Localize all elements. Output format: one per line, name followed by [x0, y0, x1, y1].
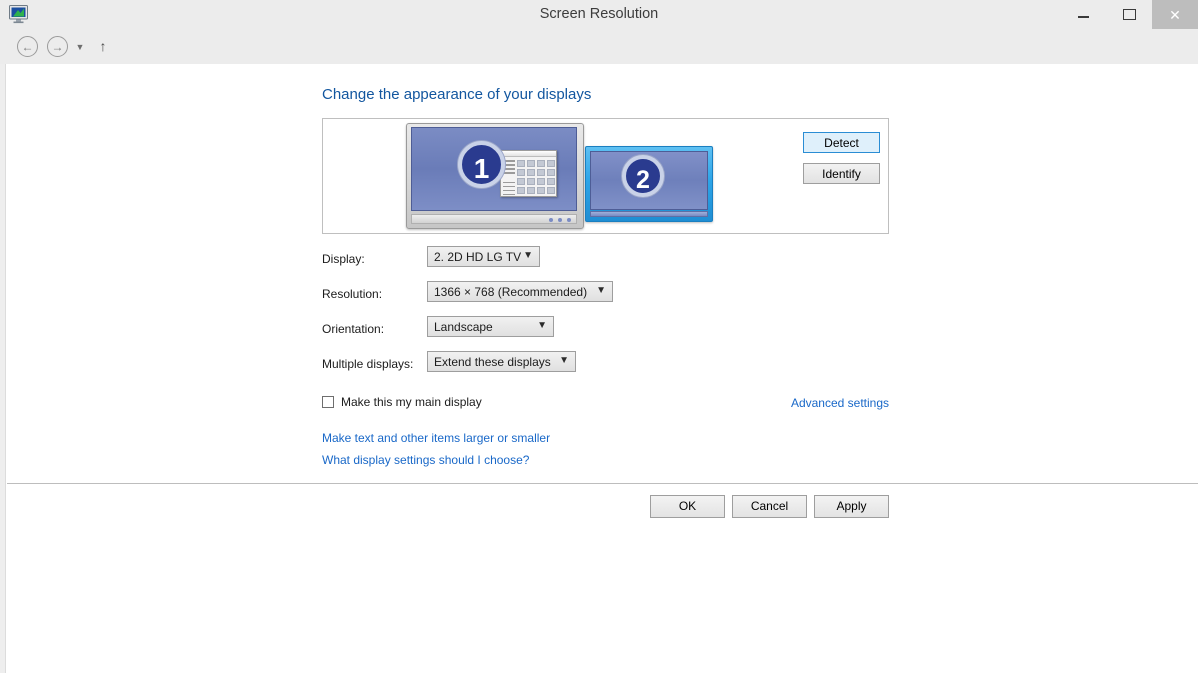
minimize-icon [1078, 16, 1089, 18]
monitor-preview-1[interactable]: 1 [406, 123, 584, 229]
detect-button[interactable]: Detect [803, 132, 880, 153]
chevron-down-icon: ▼ [559, 355, 569, 366]
identify-button[interactable]: Identify [803, 163, 880, 184]
close-button[interactable]: ✕ [1152, 0, 1198, 29]
monitor-1-base [411, 214, 577, 224]
chevron-down-icon: ▼ [596, 285, 606, 296]
multiple-displays-label: Multiple displays: [322, 357, 413, 371]
window-title: Screen Resolution [0, 0, 1198, 29]
display-select[interactable]: 2. 2D HD LG TV ▼ [427, 246, 540, 267]
multiple-displays-select[interactable]: Extend these displays ▼ [427, 351, 576, 372]
monitor-1-indicator-dots [549, 218, 571, 222]
resolution-select[interactable]: 1366 × 768 (Recommended) ▼ [427, 281, 613, 302]
cancel-button[interactable]: Cancel [732, 495, 807, 518]
what-display-settings-link[interactable]: What display settings should I choose? [322, 453, 529, 467]
resolution-select-value: 1366 × 768 (Recommended) [434, 285, 587, 299]
maximize-button[interactable] [1106, 0, 1152, 29]
main-display-checkbox-row[interactable]: Make this my main display [322, 395, 482, 409]
make-text-larger-link[interactable]: Make text and other items larger or smal… [322, 431, 550, 445]
monitor-preview-2[interactable]: 2 [585, 146, 713, 222]
window-thumbnail-icon [500, 150, 557, 197]
page-title: Change the appearance of your displays [322, 86, 591, 103]
monitor-2-number: 2 [622, 155, 664, 197]
window-controls: ✕ [1060, 0, 1198, 29]
back-button[interactable]: ← [17, 36, 38, 57]
footer-divider [7, 483, 1198, 484]
content-area: Change the appearance of your displays [0, 64, 1198, 673]
resolution-label: Resolution: [322, 287, 382, 301]
ok-button[interactable]: OK [650, 495, 725, 518]
left-rail [0, 64, 6, 673]
main-display-checkbox[interactable] [322, 396, 334, 408]
orientation-select[interactable]: Landscape ▼ [427, 316, 554, 337]
address-bar: ← → ▼ ↑ ▸ Control Panel ▸ Appearance and… [0, 29, 1198, 64]
up-arrow-icon[interactable]: ↑ [95, 37, 111, 56]
maximize-icon [1123, 9, 1136, 20]
chevron-down-icon: ▼ [523, 250, 533, 261]
advanced-settings-link[interactable]: Advanced settings [791, 396, 889, 410]
close-icon: ✕ [1169, 8, 1181, 22]
orientation-select-value: Landscape [434, 320, 493, 334]
multiple-displays-select-value: Extend these displays [434, 355, 551, 369]
monitor-2-base [590, 211, 708, 217]
recent-pages-chevron-icon[interactable]: ▼ [73, 40, 87, 54]
title-bar: Screen Resolution ✕ [0, 0, 1198, 29]
monitor-1-number: 1 [458, 141, 505, 188]
display-label: Display: [322, 252, 365, 266]
main-display-label: Make this my main display [341, 395, 482, 409]
apply-button[interactable]: Apply [814, 495, 889, 518]
orientation-label: Orientation: [322, 322, 384, 336]
display-arrangement-panel[interactable]: 1 2 Detect Identify [322, 118, 889, 234]
forward-button[interactable]: → [47, 36, 68, 57]
display-select-value: 2. 2D HD LG TV [434, 250, 521, 264]
chevron-down-icon: ▼ [537, 320, 547, 331]
minimize-button[interactable] [1060, 0, 1106, 29]
